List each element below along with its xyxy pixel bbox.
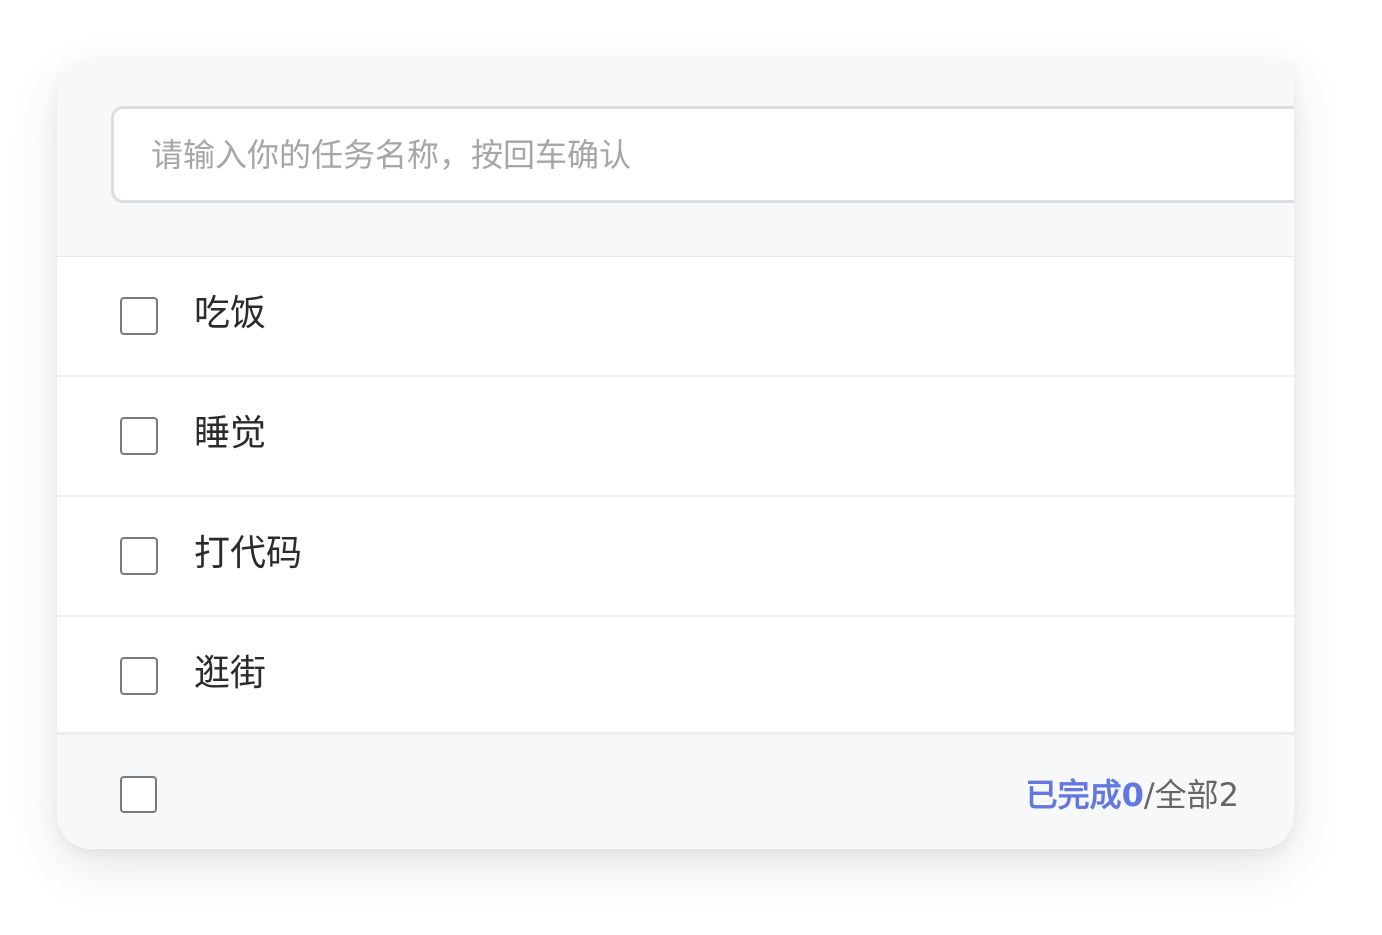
task-checkbox[interactable]	[120, 417, 158, 455]
completed-summary: 已完成0	[1026, 776, 1144, 814]
task-summary: 已完成0/全部2	[1026, 775, 1239, 815]
select-all-checkbox[interactable]	[120, 776, 157, 813]
todo-footer: 已完成0/全部2	[57, 732, 1294, 849]
task-item: 睡觉	[57, 377, 1294, 497]
total-label: 全部	[1154, 776, 1219, 814]
completed-count: 0	[1121, 776, 1144, 814]
task-item: 吃饭	[57, 257, 1294, 377]
todo-card: 吃饭 睡觉 打代码 逛街 已完成0/全部2	[57, 60, 1294, 849]
task-item: 逛街	[57, 617, 1294, 737]
summary-separator: /	[1143, 776, 1155, 814]
task-label: 逛街	[194, 653, 267, 694]
todo-header	[57, 60, 1294, 257]
task-checkbox[interactable]	[120, 537, 158, 575]
task-checkbox[interactable]	[120, 657, 158, 695]
task-input[interactable]	[111, 106, 1294, 203]
total-count: 2	[1218, 776, 1239, 814]
task-label: 吃饭	[194, 293, 267, 334]
task-checkbox[interactable]	[120, 297, 158, 335]
completed-label: 已完成	[1025, 776, 1122, 814]
task-item: 打代码	[57, 497, 1294, 617]
task-label: 打代码	[194, 533, 303, 574]
task-list: 吃饭 睡觉 打代码 逛街	[57, 257, 1294, 737]
task-label: 睡觉	[194, 413, 267, 454]
